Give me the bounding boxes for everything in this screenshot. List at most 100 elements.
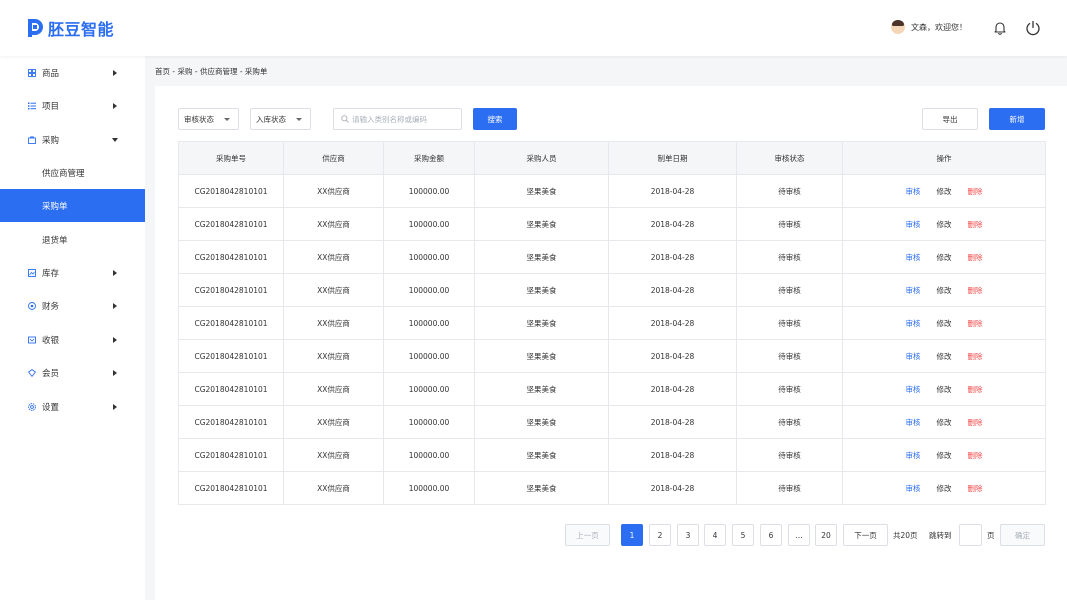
cell-supplier: XX供应商 (283, 438, 384, 472)
edit-link[interactable]: 修改 (937, 285, 952, 296)
delete-link[interactable]: 删除 (968, 450, 983, 461)
page-button-4[interactable]: 4 (704, 524, 726, 546)
bell-icon[interactable] (993, 21, 1007, 35)
cell-supplier: XX供应商 (283, 207, 384, 241)
edit-link[interactable]: 修改 (937, 450, 952, 461)
cell-status: 待审核 (736, 207, 843, 241)
chevron-right-icon (113, 302, 117, 309)
cell-supplier: XX供应商 (283, 306, 384, 340)
export-button[interactable]: 导出 (922, 108, 978, 130)
edit-link[interactable]: 修改 (937, 186, 952, 197)
cell-date: 2018-04-28 (608, 339, 737, 373)
audit-link[interactable]: 审核 (906, 450, 921, 461)
cell-date: 2018-04-28 (608, 405, 737, 439)
edit-link[interactable]: 修改 (937, 351, 952, 362)
audit-link[interactable]: 审核 (906, 351, 921, 362)
search-button[interactable]: 搜索 (473, 108, 517, 130)
top-header: 胚豆智能 文森，欢迎您！ (0, 0, 1067, 56)
bag-icon (28, 136, 36, 144)
cell-status: 待审核 (736, 240, 843, 274)
page-button-20[interactable]: 20 (815, 524, 837, 546)
sidebar-item-member[interactable]: 会员 (0, 356, 145, 389)
chevron-right-icon (113, 102, 117, 109)
sidebar-item-finance[interactable]: 财务 (0, 289, 145, 322)
cell-date: 2018-04-28 (608, 306, 737, 340)
cell-buyer: 坚果美食 (474, 306, 609, 340)
audit-status-select[interactable]: 审核状态 (178, 108, 239, 130)
chevron-right-icon (113, 403, 117, 410)
page-button-5[interactable]: 5 (732, 524, 754, 546)
delete-link[interactable]: 删除 (968, 483, 983, 494)
delete-link[interactable]: 删除 (968, 318, 983, 329)
edit-link[interactable]: 修改 (937, 252, 952, 263)
cell-supplier: XX供应商 (283, 471, 384, 505)
sidebar-item-projects[interactable]: 项目 (0, 89, 145, 122)
cell-buyer: 坚果美食 (474, 207, 609, 241)
sidebar-subitem-label: 采购单 (42, 201, 68, 212)
next-page-button[interactable]: 下一页 (843, 524, 888, 546)
edit-link[interactable]: 修改 (937, 417, 952, 428)
page-ellipsis-button[interactable]: … (788, 524, 810, 546)
avatar[interactable] (891, 20, 905, 34)
page-button-1[interactable]: 1 (621, 524, 643, 546)
delete-link[interactable]: 删除 (968, 417, 983, 428)
page-button-3[interactable]: 3 (677, 524, 699, 546)
search-input[interactable]: 请输入类别名称或编码 (333, 108, 462, 130)
inventory-icon (28, 269, 36, 277)
prev-page-button[interactable]: 上一页 (565, 524, 610, 546)
cell-order-no: CG2018042810101 (178, 174, 284, 208)
sidebar-item-purchase[interactable]: 采购 (0, 123, 145, 156)
delete-link[interactable]: 删除 (968, 351, 983, 362)
user-menu[interactable]: 文森，欢迎您！ (891, 20, 967, 34)
edit-link[interactable]: 修改 (937, 219, 952, 230)
cell-actions: 审核 修改 删除 (842, 240, 1046, 274)
delete-link[interactable]: 删除 (968, 252, 983, 263)
sidebar-item-cashier[interactable]: 收银 (0, 323, 145, 356)
caret-down-icon (224, 118, 230, 121)
sidebar-subitem-purchase-order[interactable]: 采购单 (0, 189, 145, 222)
audit-link[interactable]: 审核 (906, 318, 921, 329)
cell-date: 2018-04-28 (608, 207, 737, 241)
cell-buyer: 坚果美食 (474, 471, 609, 505)
sidebar-item-settings[interactable]: 设置 (0, 390, 145, 423)
confirm-jump-button[interactable]: 确定 (1000, 524, 1045, 546)
chevron-right-icon (113, 269, 117, 276)
audit-status-value: 审核状态 (184, 114, 214, 124)
audit-link[interactable]: 审核 (906, 483, 921, 494)
chevron-down-icon (112, 137, 118, 142)
page-unit-label: 页 (987, 530, 995, 540)
sidebar-subitem-return-order[interactable]: 退货单 (0, 223, 145, 256)
delete-link[interactable]: 删除 (968, 186, 983, 197)
sidebar-item-goods[interactable]: 商品 (0, 56, 145, 89)
page-button-6[interactable]: 6 (760, 524, 782, 546)
cell-amount: 100000.00 (383, 240, 475, 274)
audit-link[interactable]: 审核 (906, 285, 921, 296)
jump-page-input[interactable] (959, 524, 982, 546)
power-icon[interactable] (1025, 20, 1041, 36)
delete-link[interactable]: 删除 (968, 285, 983, 296)
audit-link[interactable]: 审核 (906, 417, 921, 428)
delete-link[interactable]: 删除 (968, 384, 983, 395)
audit-link[interactable]: 审核 (906, 252, 921, 263)
cell-buyer: 坚果美食 (474, 273, 609, 307)
page-button-2[interactable]: 2 (649, 524, 671, 546)
cell-status: 待审核 (736, 372, 843, 406)
delete-link[interactable]: 删除 (968, 219, 983, 230)
sidebar-item-inventory[interactable]: 库存 (0, 256, 145, 289)
sidebar-subitem-supplier-management[interactable]: 供应商管理 (0, 156, 145, 189)
edit-link[interactable]: 修改 (937, 384, 952, 395)
table-row: CG2018042810101 XX供应商 100000.00 坚果美食 2018-04… (178, 174, 1046, 208)
add-button[interactable]: 新增 (989, 108, 1045, 130)
breadcrumb: 首页 - 采购 - 供应商管理 - 采购单 (155, 67, 268, 76)
chevron-right-icon (113, 369, 117, 376)
sidebar: 商品 项目 采购 供应商管理 采购单 退货单 库存 财务 收银 会员 设置 (0, 56, 145, 600)
audit-link[interactable]: 审核 (906, 219, 921, 230)
user-greeting: 文森，欢迎您！ (911, 22, 967, 32)
stock-status-select[interactable]: 入库状态 (250, 108, 311, 130)
logo[interactable]: 胚豆智能 (27, 16, 114, 40)
audit-link[interactable]: 审核 (906, 186, 921, 197)
stock-status-value: 入库状态 (256, 114, 286, 124)
edit-link[interactable]: 修改 (937, 483, 952, 494)
edit-link[interactable]: 修改 (937, 318, 952, 329)
audit-link[interactable]: 审核 (906, 384, 921, 395)
